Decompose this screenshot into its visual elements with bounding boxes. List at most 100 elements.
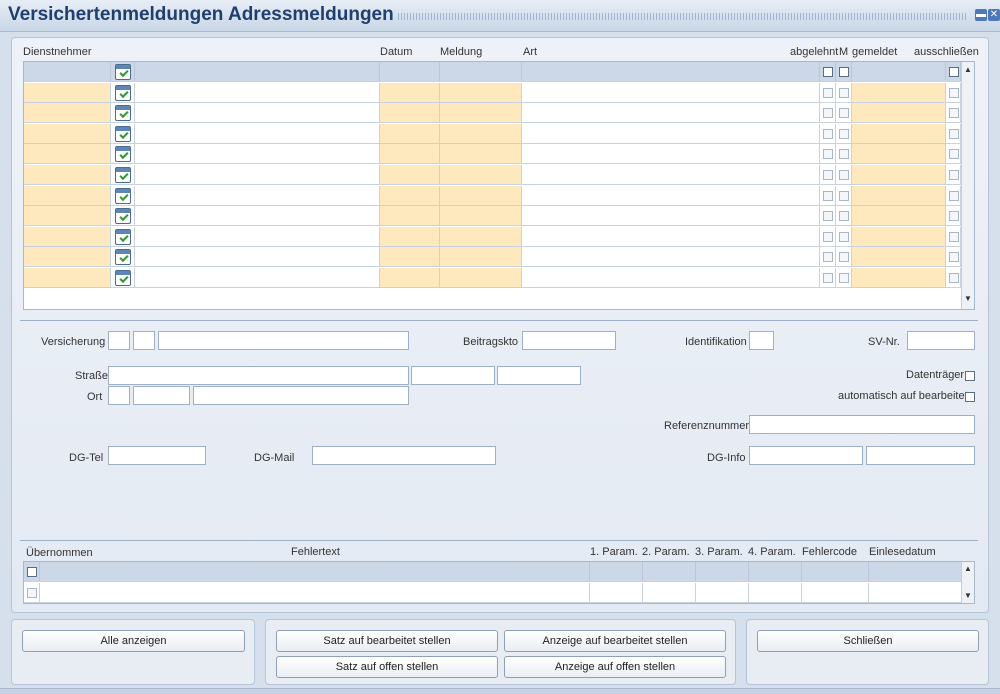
grid-cell[interactable]	[380, 123, 440, 143]
grid-row[interactable]	[24, 144, 961, 165]
grid-scrollbar[interactable]: ▲ ▼	[961, 62, 974, 309]
grid-cell[interactable]	[24, 247, 111, 267]
grid-row[interactable]	[24, 123, 961, 144]
grid-cell[interactable]	[24, 206, 111, 226]
grid-row[interactable]	[24, 103, 961, 124]
referenznummer-field[interactable]	[749, 415, 975, 434]
strasse-field[interactable]	[108, 366, 409, 385]
grid-cell[interactable]	[111, 144, 135, 164]
grid-cell[interactable]	[522, 206, 820, 226]
satz-bearbeitet-button[interactable]: Satz auf bearbeitet stellen	[276, 630, 498, 652]
grid-cell[interactable]	[852, 82, 946, 102]
grid-cell[interactable]	[111, 123, 135, 143]
plz-field[interactable]	[133, 386, 190, 405]
grid-cell[interactable]	[852, 226, 946, 246]
ausschliessen-checkbox[interactable]	[949, 231, 959, 242]
grid-cell[interactable]	[380, 268, 440, 287]
grid-cell[interactable]	[135, 226, 380, 246]
grid-cell[interactable]	[440, 123, 522, 143]
m-checkbox[interactable]	[839, 273, 849, 283]
grid-cell[interactable]	[135, 206, 380, 226]
error-row-checkbox[interactable]	[27, 588, 37, 598]
grid-cell[interactable]	[440, 62, 522, 81]
grid-cell[interactable]	[836, 226, 852, 246]
grid-cell[interactable]	[440, 144, 522, 164]
minimize-icon[interactable]: ▬	[975, 9, 987, 21]
grid-cell[interactable]	[111, 165, 135, 184]
abgelehnt-checkbox[interactable]	[823, 170, 833, 180]
grid-cell[interactable]	[24, 103, 111, 123]
m-checkbox[interactable]	[839, 170, 849, 180]
schliessen-button[interactable]: Schließen	[757, 630, 979, 652]
grid-cell[interactable]	[24, 226, 111, 246]
ausschliessen-checkbox[interactable]	[949, 273, 959, 283]
grid-cell[interactable]	[522, 268, 820, 287]
m-checkbox[interactable]	[839, 87, 849, 98]
error-grid-scrollbar[interactable]: ▲ ▼	[961, 562, 974, 603]
abgelehnt-checkbox[interactable]	[823, 149, 833, 160]
dgmail-field[interactable]	[312, 446, 496, 465]
document-check-icon[interactable]	[115, 125, 131, 142]
grid-cell[interactable]	[522, 123, 820, 143]
grid-cell[interactable]	[820, 247, 836, 267]
grid-cell[interactable]	[836, 165, 852, 184]
grid-cell[interactable]	[852, 123, 946, 143]
grid-cell[interactable]	[946, 206, 961, 226]
m-checkbox[interactable]	[839, 128, 849, 139]
grid-cell[interactable]	[820, 268, 836, 287]
grid-cell[interactable]	[852, 268, 946, 287]
scroll-up-icon[interactable]: ▲	[962, 64, 974, 76]
document-check-icon[interactable]	[115, 64, 131, 80]
document-check-icon[interactable]	[115, 208, 131, 225]
grid-cell[interactable]	[836, 206, 852, 226]
grid-cell[interactable]	[380, 185, 440, 205]
grid-cell[interactable]	[111, 185, 135, 205]
grid-cell[interactable]	[380, 62, 440, 81]
grid-cell[interactable]	[522, 103, 820, 123]
grid-row[interactable]	[24, 82, 961, 103]
grid-cell[interactable]	[946, 226, 961, 246]
grid-cell[interactable]	[380, 82, 440, 102]
grid-cell[interactable]	[820, 144, 836, 164]
grid-cell[interactable]	[111, 62, 135, 81]
land-field[interactable]	[108, 386, 130, 405]
document-check-icon[interactable]	[115, 167, 131, 183]
grid-cell[interactable]	[522, 62, 820, 81]
grid-cell[interactable]	[135, 144, 380, 164]
anzeige-offen-button[interactable]: Anzeige auf offen stellen	[504, 656, 726, 678]
grid-cell[interactable]	[820, 226, 836, 246]
grid-cell[interactable]	[135, 62, 380, 81]
error-row[interactable]	[24, 583, 961, 603]
grid-cell[interactable]	[380, 103, 440, 123]
grid-cell[interactable]	[135, 123, 380, 143]
automatisch-checkbox[interactable]	[965, 392, 975, 402]
hausnummer-field[interactable]	[411, 366, 495, 385]
grid-cell[interactable]	[522, 165, 820, 184]
abgelehnt-checkbox[interactable]	[823, 231, 833, 242]
versicherung-field-3[interactable]	[158, 331, 409, 350]
document-check-icon[interactable]	[115, 105, 131, 122]
strasse-zusatz-field[interactable]	[497, 366, 581, 385]
grid-cell[interactable]	[946, 247, 961, 267]
abgelehnt-checkbox[interactable]	[823, 190, 833, 201]
grid-cell[interactable]	[522, 247, 820, 267]
grid-cell[interactable]	[836, 62, 852, 81]
grid-cell[interactable]	[24, 165, 111, 184]
ort-field[interactable]	[193, 386, 409, 405]
grid-cell[interactable]	[135, 247, 380, 267]
ausschliessen-checkbox[interactable]	[949, 108, 959, 119]
grid-cell[interactable]	[135, 103, 380, 123]
grid-cell[interactable]	[440, 103, 522, 123]
grid-cell[interactable]	[380, 226, 440, 246]
m-checkbox[interactable]	[839, 108, 849, 119]
datentraeger-checkbox[interactable]	[965, 371, 975, 381]
grid-cell[interactable]	[946, 268, 961, 287]
ausschliessen-checkbox[interactable]	[949, 190, 959, 201]
scroll-down-icon[interactable]: ▼	[962, 293, 974, 305]
grid-cell[interactable]	[380, 144, 440, 164]
grid-cell[interactable]	[111, 268, 135, 287]
satz-offen-button[interactable]: Satz auf offen stellen	[276, 656, 498, 678]
grid-cell[interactable]	[852, 144, 946, 164]
grid-cell[interactable]	[440, 185, 522, 205]
ausschliessen-checkbox[interactable]	[949, 252, 959, 263]
